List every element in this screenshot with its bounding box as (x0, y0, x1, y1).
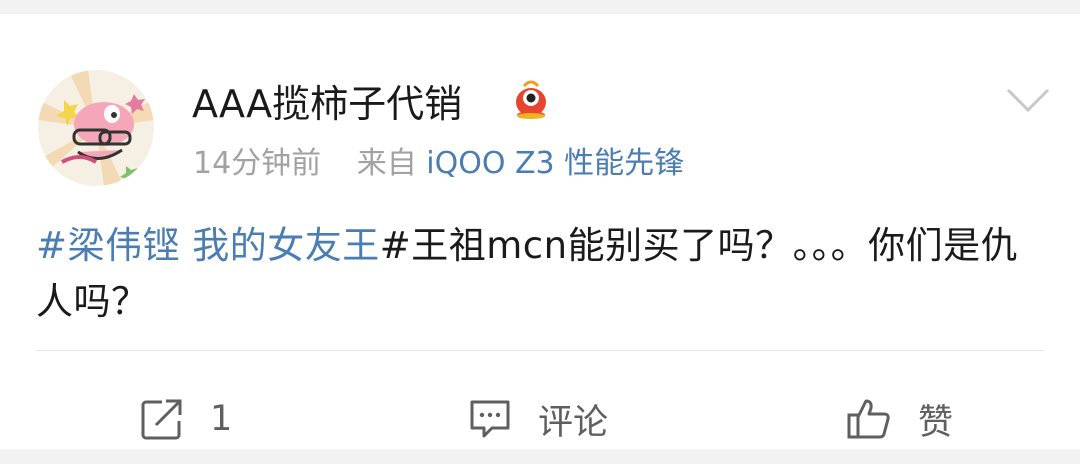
member-badge-icon[interactable] (508, 76, 554, 122)
post-meta: 14分钟前 来自 iQOO Z3 性能先锋 (193, 142, 684, 186)
source-prefix: 来自 (356, 146, 417, 181)
post-time: 14分钟前 (193, 146, 322, 181)
comment-label: 评论 (538, 402, 609, 443)
username[interactable]: AAA揽柿子代销 (192, 76, 462, 132)
device-link[interactable]: iQOO Z3 性能先锋 (426, 146, 684, 181)
chevron-down-icon[interactable] (1004, 84, 1052, 118)
repost-icon (141, 399, 182, 440)
comment-button[interactable]: 评论 (468, 392, 608, 446)
thumbs-up-icon (847, 399, 890, 439)
comment-icon (470, 400, 510, 438)
like-label: 赞 (918, 402, 954, 443)
weibo-post-card: AAA揽柿子代销 14分钟前 来自 iQOO Z3 性能先锋 #梁伟铿 我的女友… (0, 14, 1080, 449)
repost-button[interactable]: 1 (140, 392, 232, 446)
like-button[interactable]: 赞 (846, 392, 953, 446)
hashtag-link[interactable]: #梁伟铿 我的女友王 (36, 224, 380, 267)
bottom-separator (0, 449, 1080, 461)
divider (36, 350, 1044, 351)
repost-count: 1 (210, 399, 233, 439)
post-content: #梁伟铿 我的女友王#王祖mcn能别买了吗？。。。你们是仇人吗？ (36, 218, 1048, 330)
avatar-cartoon-icon (38, 70, 154, 186)
user-avatar[interactable] (38, 70, 154, 186)
